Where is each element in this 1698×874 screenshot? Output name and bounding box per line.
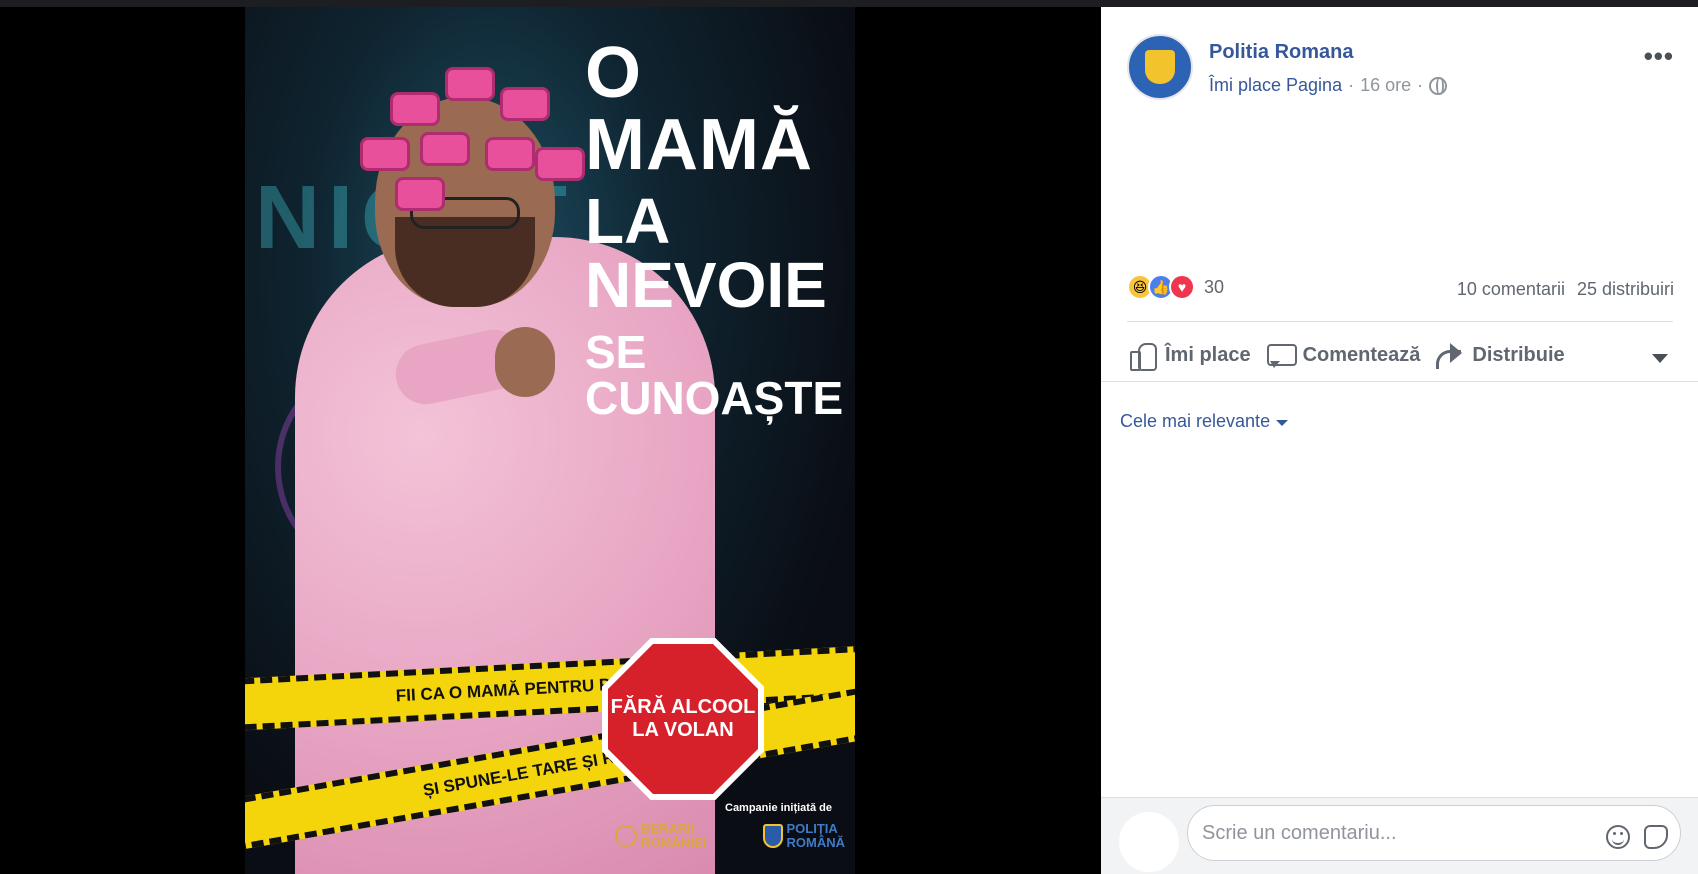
reactions-summary[interactable]: 😆 👍 ♥ 30 bbox=[1127, 274, 1224, 300]
hair-roller bbox=[535, 147, 585, 181]
page-name-link[interactable]: Politia Romana bbox=[1209, 41, 1353, 64]
share-icon bbox=[1434, 340, 1464, 370]
politia-logo: POLIȚIA ROMÂNĂ bbox=[762, 821, 846, 851]
divider bbox=[1101, 381, 1698, 382]
stop-sign-line-2: LA VOLAN bbox=[632, 719, 734, 741]
post-side-panel: Politia Romana Îmi place Pagina · 16 ore… bbox=[1101, 7, 1698, 874]
pointing-hand bbox=[495, 327, 555, 397]
post-timestamp[interactable]: 16 ore bbox=[1360, 75, 1411, 96]
comment-button-label: Comentează bbox=[1302, 343, 1421, 366]
comment-sort-dropdown[interactable]: Cele mai relevante bbox=[1120, 411, 1289, 432]
post-meta: Îmi place Pagina · 16 ore · bbox=[1209, 75, 1448, 96]
chevron-down-icon[interactable] bbox=[1652, 354, 1668, 363]
campaign-poster-image: NIGHT O MAMĂ LA NEVOIE SE CUNOAȘTE FII C… bbox=[245, 7, 855, 874]
like-button[interactable]: Îmi place bbox=[1127, 340, 1251, 371]
politia-line-2: ROMÂNĂ bbox=[786, 835, 846, 851]
share-button-label: Distribuie bbox=[1472, 343, 1565, 366]
berarii-line-2: ROMÂNIEI bbox=[641, 835, 706, 851]
comment-button[interactable]: Comentează bbox=[1265, 340, 1421, 370]
berarii-logo: BERARII ROMÂNIEI bbox=[615, 821, 706, 851]
top-bar bbox=[0, 0, 1698, 7]
photo-stage[interactable]: NIGHT O MAMĂ LA NEVOIE SE CUNOAȘTE FII C… bbox=[0, 7, 1101, 874]
share-count-link[interactable]: 25 distribuiri bbox=[1577, 279, 1674, 300]
politia-line-1: POLIȚIA bbox=[786, 821, 838, 836]
reaction-count[interactable]: 30 bbox=[1204, 277, 1224, 298]
hair-roller bbox=[395, 177, 445, 211]
comment-count-link[interactable]: 10 comentarii bbox=[1457, 279, 1565, 300]
headline-line-3: SE CUNOAȘTE bbox=[585, 326, 844, 424]
more-icon[interactable]: ••• bbox=[1644, 43, 1674, 69]
hair-roller bbox=[360, 137, 410, 171]
headline-line-1: O MAMĂ bbox=[585, 33, 813, 185]
comment-icon bbox=[1265, 340, 1297, 370]
hair-roller bbox=[420, 132, 470, 166]
emoji-icon[interactable] bbox=[1606, 825, 1630, 849]
stop-sign: FĂRĂ ALCOOL LA VOLAN bbox=[608, 644, 758, 794]
sort-label: Cele mai relevante bbox=[1120, 411, 1271, 431]
coat-of-arms-icon bbox=[1145, 50, 1175, 84]
meta-separator: · bbox=[1417, 75, 1424, 95]
share-button[interactable]: Distribuie bbox=[1434, 340, 1565, 370]
user-avatar bbox=[1119, 812, 1179, 872]
like-icon bbox=[1127, 340, 1157, 371]
engagement-counts: 10 comentarii 25 distribuiri bbox=[1457, 279, 1674, 300]
page-avatar[interactable] bbox=[1127, 34, 1193, 100]
sponsor-logos: BERARII ROMÂNIEI POLIȚIA ROMÂNĂ bbox=[615, 821, 846, 851]
comment-placeholder: Scrie un comentariu... bbox=[1202, 821, 1397, 844]
hair-roller bbox=[500, 87, 550, 121]
love-reaction-icon: ♥ bbox=[1169, 274, 1195, 300]
caret-down-icon bbox=[1276, 419, 1289, 426]
meta-separator: · bbox=[1348, 75, 1355, 95]
campaign-credit: Campanie inițiată de bbox=[725, 802, 832, 814]
hair-roller bbox=[390, 92, 440, 126]
divider bbox=[1127, 321, 1673, 322]
like-page-link[interactable]: Îmi place Pagina bbox=[1209, 75, 1342, 96]
poster-headline: O MAMĂ LA NEVOIE SE CUNOAȘTE bbox=[585, 33, 844, 424]
headline-line-2: LA NEVOIE bbox=[585, 185, 827, 321]
globe-icon[interactable] bbox=[1429, 76, 1448, 95]
stop-sign-line-1: FĂRĂ ALCOOL bbox=[610, 696, 756, 718]
like-button-label: Îmi place bbox=[1165, 343, 1251, 366]
hair-roller bbox=[445, 67, 495, 101]
police-shield-icon bbox=[762, 824, 783, 849]
berarii-line-1: BERARII bbox=[641, 821, 695, 836]
action-bar: Îmi place Comentează Distribuie bbox=[1127, 335, 1673, 375]
hair-roller bbox=[485, 137, 535, 171]
wheat-icon bbox=[615, 825, 637, 848]
